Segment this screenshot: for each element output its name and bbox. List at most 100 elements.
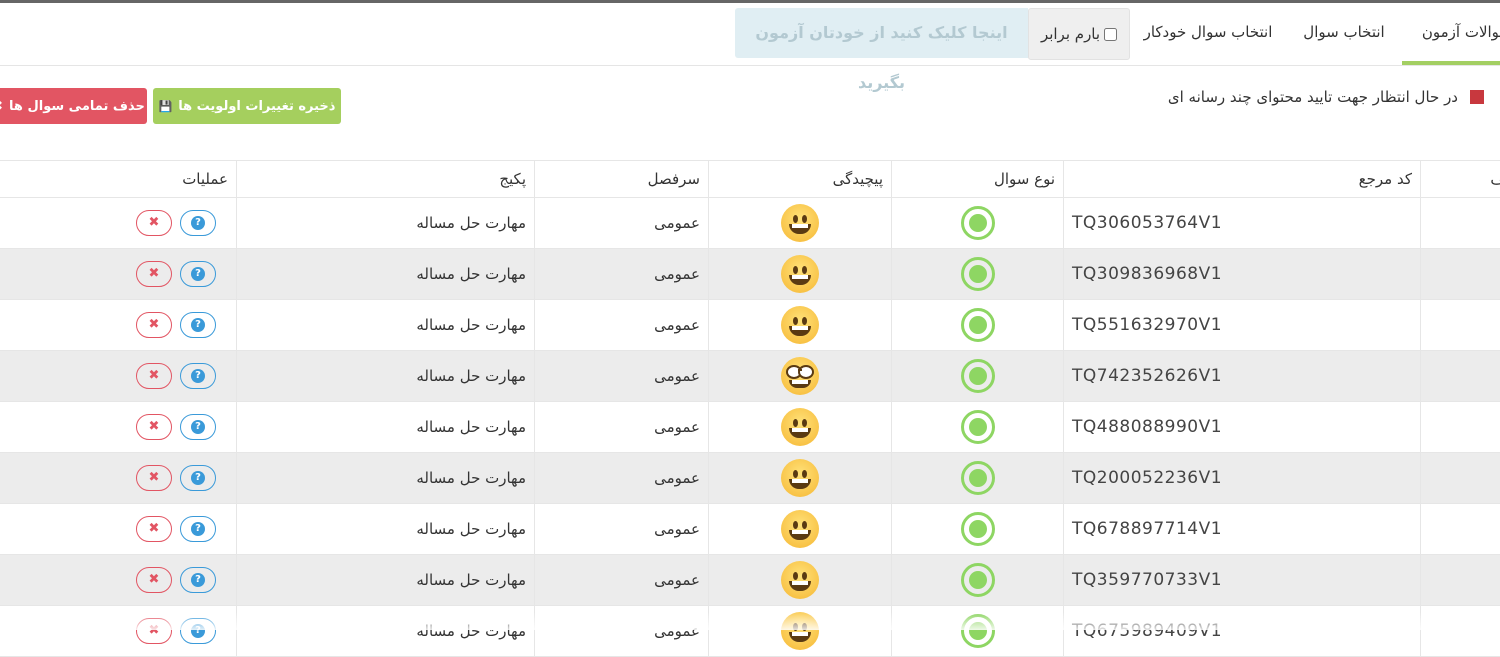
help-button[interactable]: ? xyxy=(180,363,216,389)
chapter: عمومی xyxy=(535,351,709,402)
package: مهارت حل مساله xyxy=(237,453,535,504)
close-icon: ✖ xyxy=(147,216,161,230)
delete-button[interactable]: ✖ xyxy=(136,261,172,287)
header-reference-code[interactable]: کد مرجع xyxy=(1064,161,1421,198)
question-type-cell xyxy=(892,198,1064,249)
delete-button[interactable]: ✖ xyxy=(136,516,172,542)
table-row[interactable]: 6TQ200052236V1عمومیمهارت حل مساله?✖ xyxy=(0,453,1500,504)
question-mark-icon: ? xyxy=(191,369,205,383)
row-number-cell: 6 xyxy=(1421,453,1500,504)
difficulty-cell xyxy=(709,402,892,453)
tab-exam-questions[interactable]: سوالات آزمون xyxy=(1402,3,1500,65)
operations-cell: ?✖ xyxy=(0,198,237,249)
table-row[interactable]: 7TQ678897714V1عمومیمهارت حل مساله?✖ xyxy=(0,504,1500,555)
delete-button[interactable]: ✖ xyxy=(136,567,172,593)
delete-button[interactable]: ✖ xyxy=(136,312,172,338)
package: مهارت حل مساله xyxy=(237,198,535,249)
row-number-cell: 2 xyxy=(1421,249,1500,300)
chapter: عمومی xyxy=(535,504,709,555)
question-type-cell xyxy=(892,300,1064,351)
delete-button[interactable]: ✖ xyxy=(136,414,172,440)
row-number-cell: 3 xyxy=(1421,300,1500,351)
question-type-cell xyxy=(892,504,1064,555)
difficulty-cell xyxy=(709,453,892,504)
close-icon: ✖ xyxy=(147,522,161,536)
grinning-face-icon xyxy=(781,255,819,293)
radio-question-icon xyxy=(961,206,995,240)
help-button[interactable]: ? xyxy=(180,516,216,542)
operations-cell: ?✖ xyxy=(0,453,237,504)
grinning-face-icon xyxy=(781,306,819,344)
delete-all-label: حذف تمامی سوال ها xyxy=(9,99,145,114)
close-icon: ✖ xyxy=(147,573,161,587)
save-label: ذخیره تغییرات اولویت ها xyxy=(178,99,335,114)
chapter: عمومی xyxy=(535,453,709,504)
close-icon: ✖ xyxy=(147,318,161,332)
header-row-number[interactable]: ردیف xyxy=(1421,161,1500,198)
tab-auto-select[interactable]: انتخاب سوال خودکار xyxy=(1128,3,1288,61)
package: مهارت حل مساله xyxy=(237,351,535,402)
header-difficulty[interactable]: پیچیدگی xyxy=(709,161,892,198)
grinning-face-icon xyxy=(781,459,819,497)
row-number-cell: 1 xyxy=(1421,198,1500,249)
header-package[interactable]: پکیج xyxy=(237,161,535,198)
package: مهارت حل مساله xyxy=(237,249,535,300)
delete-button[interactable]: ✖ xyxy=(136,363,172,389)
reference-code: TQ309836968V1 xyxy=(1064,249,1421,300)
pending-status: در حال انتظار جهت تایید محتوای چند رسانه… xyxy=(1168,88,1484,106)
delete-all-questions-button[interactable]: حذف تمامی سوال ها ✖ xyxy=(0,88,147,124)
row-number-cell: 5 xyxy=(1421,402,1500,453)
grinning-face-icon xyxy=(781,561,819,599)
radio-question-icon xyxy=(961,308,995,342)
chapter: عمومی xyxy=(535,300,709,351)
chapter: عمومی xyxy=(535,249,709,300)
question-mark-icon: ? xyxy=(191,573,205,587)
equal-score-label: بارم برابر xyxy=(1041,25,1100,43)
help-button[interactable]: ? xyxy=(180,312,216,338)
help-button[interactable]: ? xyxy=(180,261,216,287)
save-priorities-button[interactable]: ذخیره تغییرات اولویت ها 💾 xyxy=(153,88,341,124)
reference-code: TQ488088990V1 xyxy=(1064,402,1421,453)
close-icon: ✖ xyxy=(147,369,161,383)
table-row[interactable]: 8TQ359770733V1عمومیمهارت حل مساله?✖ xyxy=(0,555,1500,606)
self-test-button[interactable]: اینجا کلیک کنید از خودتان آزمون بگیرید xyxy=(735,8,1028,58)
table-row[interactable]: 3TQ551632970V1عمومیمهارت حل مساله?✖ xyxy=(0,300,1500,351)
help-button[interactable]: ? xyxy=(180,567,216,593)
table-header-row: ردیف کد مرجع نوع سوال پیچیدگی سرفصل پکیج… xyxy=(0,161,1500,198)
row-number-cell: 8 xyxy=(1421,555,1500,606)
difficulty-cell xyxy=(709,555,892,606)
tab-select-question[interactable]: انتخاب سوال xyxy=(1290,3,1398,61)
difficulty-cell xyxy=(709,198,892,249)
question-mark-icon: ? xyxy=(191,522,205,536)
package: مهارت حل مساله xyxy=(237,402,535,453)
radio-question-icon xyxy=(961,512,995,546)
equal-score-toggle[interactable]: بارم برابر xyxy=(1028,8,1130,60)
question-type-cell xyxy=(892,555,1064,606)
difficulty-cell xyxy=(709,300,892,351)
questions-table: ردیف کد مرجع نوع سوال پیچیدگی سرفصل پکیج… xyxy=(0,160,1500,657)
question-type-cell xyxy=(892,249,1064,300)
table-row[interactable]: 2TQ309836968V1 عمومیمهارت حل مساله? ✖ xyxy=(0,249,1500,300)
help-button[interactable]: ? xyxy=(180,414,216,440)
header-question-type[interactable]: نوع سوال xyxy=(892,161,1064,198)
help-button[interactable]: ? xyxy=(180,210,216,236)
table-row[interactable]: 1TQ306053764V1عمومیمهارت حل مساله?✖ xyxy=(0,198,1500,249)
delete-button[interactable]: ✖ xyxy=(136,210,172,236)
operations-cell: ?✖ xyxy=(0,351,237,402)
package: مهارت حل مساله xyxy=(237,555,535,606)
equal-score-checkbox[interactable] xyxy=(1104,28,1117,41)
help-button[interactable]: ? xyxy=(180,465,216,491)
question-type-cell xyxy=(892,351,1064,402)
question-mark-icon: ? xyxy=(191,471,205,485)
table-row[interactable]: 4TQ742352626V1عمومیمهارت حل مساله?✖ xyxy=(0,351,1500,402)
reference-code: TQ306053764V1 xyxy=(1064,198,1421,249)
bottom-fade xyxy=(0,612,1500,630)
chapter: عمومی xyxy=(535,198,709,249)
row-number-cell: 7 xyxy=(1421,504,1500,555)
table-row[interactable]: 5TQ488088990V1عمومیمهارت حل مساله?✖ xyxy=(0,402,1500,453)
question-type-cell xyxy=(892,453,1064,504)
chapter: عمومی xyxy=(535,555,709,606)
delete-button[interactable]: ✖ xyxy=(136,465,172,491)
header-chapter[interactable]: سرفصل xyxy=(535,161,709,198)
radio-question-icon xyxy=(961,410,995,444)
